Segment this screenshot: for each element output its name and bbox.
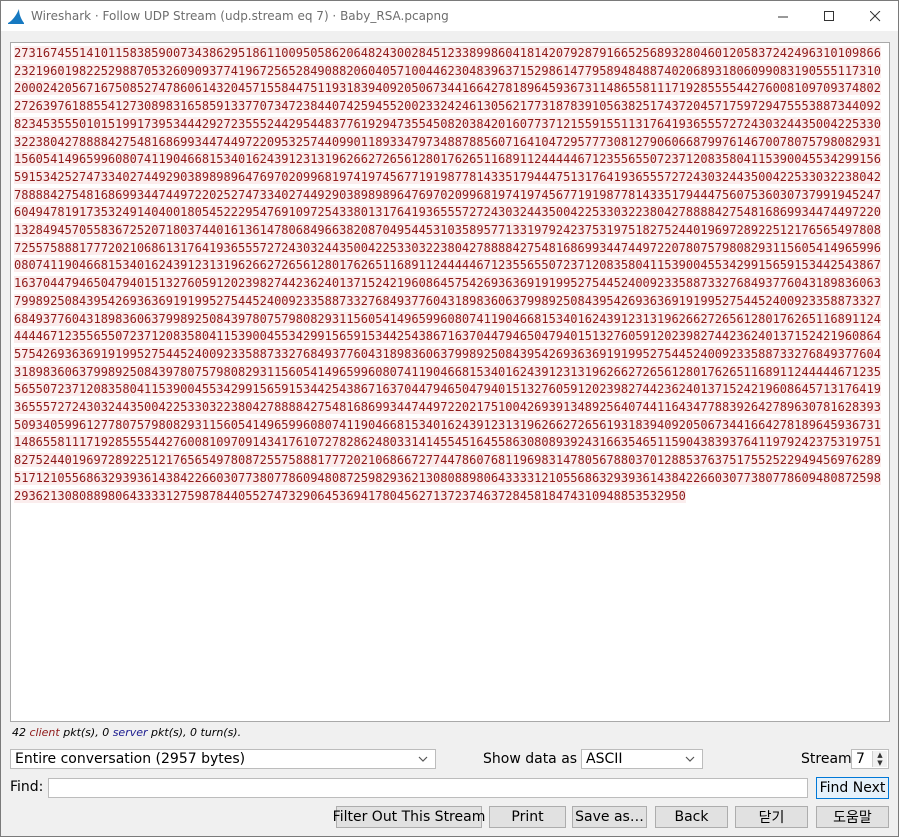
- chevron-down-icon: [418, 756, 428, 762]
- minimize-icon: [777, 16, 788, 17]
- minimize-button[interactable]: [760, 1, 806, 31]
- conversation-select[interactable]: Entire conversation (2957 bytes): [10, 749, 436, 769]
- conversation-select-value: Entire conversation (2957 bytes): [15, 751, 246, 767]
- close-button[interactable]: 닫기: [735, 806, 808, 828]
- spin-up-button[interactable]: ▲: [873, 751, 887, 759]
- stream-number-value: 7: [856, 751, 865, 767]
- stream-text: 2731674551410115838590073438629518611009…: [14, 45, 886, 505]
- find-next-button[interactable]: Find Next: [816, 777, 889, 799]
- server-label: server: [112, 726, 148, 739]
- window-controls: [760, 1, 898, 31]
- chevron-down-icon: [685, 756, 695, 762]
- spin-down-button[interactable]: ▼: [873, 759, 887, 767]
- server-count: 0: [102, 726, 110, 739]
- stream-number-spinbox[interactable]: 7 ▲ ▼: [851, 749, 889, 769]
- find-input[interactable]: [48, 778, 808, 798]
- client-payload: 2731674551410115838590073438629518611009…: [14, 46, 881, 503]
- show-data-select-value: ASCII: [586, 751, 623, 767]
- wireshark-fin-icon: [8, 9, 24, 24]
- server-suffix: pkt(s),: [151, 726, 187, 739]
- close-icon: [869, 10, 880, 21]
- back-button[interactable]: Back: [655, 806, 728, 828]
- follow-stream-window: Wireshark · Follow UDP Stream (udp.strea…: [0, 0, 899, 837]
- close-window-button[interactable]: [852, 1, 898, 31]
- filter-out-stream-button[interactable]: Filter Out This Stream: [333, 806, 485, 828]
- stream-content-pane[interactable]: 2731674551410115838590073438629518611009…: [10, 42, 890, 722]
- turns-count: 0 turn(s).: [190, 726, 242, 739]
- show-data-label: Show data as: [483, 751, 578, 767]
- title-bar: Wireshark · Follow UDP Stream (udp.strea…: [1, 1, 898, 31]
- maximize-icon: [823, 10, 834, 21]
- window-title: Wireshark · Follow UDP Stream (udp.strea…: [31, 9, 449, 23]
- stream-label: Stream: [801, 751, 852, 767]
- spin-arrows: ▲ ▼: [872, 751, 887, 767]
- help-button[interactable]: 도움말: [816, 806, 889, 828]
- find-label: Find:: [10, 779, 44, 795]
- client-suffix: pkt(s),: [63, 726, 99, 739]
- client-label: client: [29, 726, 60, 739]
- save-as-button[interactable]: Save as…: [572, 806, 647, 828]
- stream-stats: 42 client pkt(s), 0 server pkt(s), 0 tur…: [12, 726, 241, 739]
- print-button[interactable]: Print: [489, 806, 566, 828]
- maximize-button[interactable]: [806, 1, 852, 31]
- client-count: 42: [12, 726, 26, 739]
- show-data-select[interactable]: ASCII: [581, 749, 703, 769]
